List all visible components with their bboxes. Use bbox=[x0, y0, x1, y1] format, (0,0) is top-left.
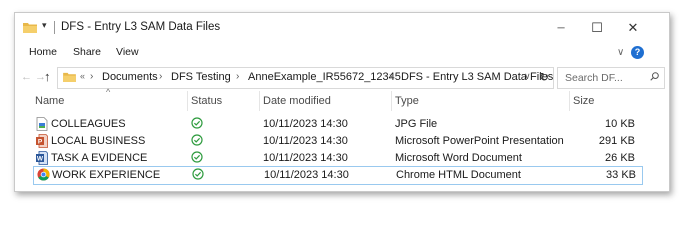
back-button[interactable]: ← bbox=[21, 71, 32, 83]
chrome-file-icon bbox=[37, 168, 50, 181]
file-name: TASK A EVIDENCE bbox=[51, 152, 148, 164]
title-separator bbox=[54, 21, 55, 34]
title-bar: ▾ DFS - Entry L3 SAM Data Files ─ ☐ ✕ bbox=[15, 13, 669, 43]
column-divider[interactable] bbox=[391, 91, 392, 111]
overflow-chevron-icon[interactable]: « bbox=[80, 71, 85, 81]
breadcrumb-dfs-testing[interactable]: DFS Testing bbox=[171, 71, 231, 83]
search-icon bbox=[650, 72, 659, 81]
column-header-status[interactable]: Status bbox=[191, 95, 222, 107]
synced-check-icon bbox=[191, 117, 203, 129]
file-name: WORK EXPERIENCE bbox=[52, 169, 161, 181]
folder-icon bbox=[63, 72, 76, 82]
address-bar[interactable]: « › Documents › DFS Testing › AnneExampl… bbox=[57, 67, 554, 89]
quick-access-dropdown-icon[interactable]: ▾ bbox=[42, 20, 47, 31]
expand-ribbon-icon[interactable]: ∨ bbox=[617, 47, 624, 58]
column-divider[interactable] bbox=[259, 91, 260, 111]
breadcrumb-documents[interactable]: Documents bbox=[102, 71, 158, 83]
close-button[interactable]: ✕ bbox=[618, 17, 648, 39]
synced-check-icon bbox=[192, 168, 204, 180]
tab-share[interactable]: Share bbox=[73, 46, 101, 58]
file-date-modified: 10/11/2023 14:30 bbox=[263, 152, 348, 164]
breadcrumb-separator-icon[interactable]: › bbox=[90, 71, 93, 82]
window-title: DFS - Entry L3 SAM Data Files bbox=[61, 21, 221, 33]
maximize-icon: ☐ bbox=[591, 20, 603, 35]
file-name: COLLEAGUES bbox=[51, 118, 126, 130]
column-header-type[interactable]: Type bbox=[395, 95, 419, 107]
breadcrumb-separator-icon[interactable]: › bbox=[389, 71, 392, 82]
column-header-date-modified[interactable]: Date modified bbox=[263, 95, 331, 107]
address-dropdown-icon[interactable]: ∨ bbox=[524, 71, 531, 82]
file-size: 33 KB bbox=[606, 169, 636, 181]
word-file-icon: W bbox=[36, 151, 48, 165]
synced-check-icon bbox=[191, 151, 203, 163]
file-row-work-experience[interactable]: WORK EXPERIENCE 10/11/2023 14:30 Chrome … bbox=[33, 166, 643, 185]
file-size: 10 KB bbox=[605, 118, 635, 130]
navigation-bar: ← → ↑ « › Documents › DFS Testing › Anne… bbox=[15, 65, 669, 91]
file-size: 291 KB bbox=[598, 135, 635, 147]
sort-ascending-icon: ^ bbox=[106, 87, 111, 97]
svg-text:P: P bbox=[38, 139, 43, 146]
column-divider[interactable] bbox=[569, 91, 570, 111]
file-date-modified: 10/11/2023 14:30 bbox=[263, 135, 348, 147]
file-list: ^ Name Status Date modified Type Size CO… bbox=[15, 87, 669, 191]
breadcrumb-separator-icon[interactable]: › bbox=[236, 71, 239, 82]
file-date-modified: 10/11/2023 14:30 bbox=[264, 169, 349, 181]
folder-icon bbox=[23, 23, 37, 33]
breadcrumb-anne-example[interactable]: AnneExample_IR55672_12345 bbox=[248, 71, 401, 83]
powerpoint-file-icon: P bbox=[36, 134, 48, 148]
column-header-name[interactable]: Name bbox=[35, 95, 64, 107]
synced-check-icon bbox=[191, 134, 203, 146]
file-type: Chrome HTML Document bbox=[396, 169, 521, 181]
help-icon[interactable]: ? bbox=[631, 46, 644, 59]
minimize-button[interactable]: ─ bbox=[546, 17, 576, 39]
refresh-icon[interactable]: ↻ bbox=[539, 70, 549, 84]
tab-home[interactable]: Home bbox=[29, 46, 57, 58]
column-header-size[interactable]: Size bbox=[573, 95, 594, 107]
search-input[interactable]: Search DF... bbox=[565, 72, 623, 84]
file-row-task-a-evidence[interactable]: W TASK A EVIDENCE 10/11/2023 14:30 Micro… bbox=[33, 150, 641, 167]
close-icon: ✕ bbox=[627, 20, 639, 35]
file-explorer-window: ▾ DFS - Entry L3 SAM Data Files ─ ☐ ✕ Ho… bbox=[14, 12, 670, 192]
breadcrumb-separator-icon[interactable]: › bbox=[159, 71, 162, 82]
file-row-colleagues[interactable]: COLLEAGUES 10/11/2023 14:30 JPG File 10 … bbox=[33, 116, 641, 133]
column-divider[interactable] bbox=[187, 91, 188, 111]
file-size: 26 KB bbox=[605, 152, 635, 164]
file-type: JPG File bbox=[395, 118, 438, 130]
minimize-icon: ─ bbox=[557, 22, 565, 34]
jpg-file-icon bbox=[36, 117, 48, 131]
file-row-local-business[interactable]: P LOCAL BUSINESS 10/11/2023 14:30 Micros… bbox=[33, 133, 641, 150]
file-name: LOCAL BUSINESS bbox=[51, 135, 146, 147]
maximize-button[interactable]: ☐ bbox=[582, 17, 612, 39]
tab-view[interactable]: View bbox=[116, 46, 139, 58]
up-button[interactable]: ↑ bbox=[44, 69, 51, 84]
file-date-modified: 10/11/2023 14:30 bbox=[263, 118, 348, 130]
file-type: Microsoft Word Document bbox=[395, 152, 522, 164]
search-box[interactable]: Search DF... bbox=[557, 67, 665, 89]
ribbon: Home Share View ∨ ? bbox=[15, 43, 669, 65]
file-type: Microsoft PowerPoint Presentation bbox=[395, 135, 564, 147]
svg-text:W: W bbox=[37, 156, 44, 163]
